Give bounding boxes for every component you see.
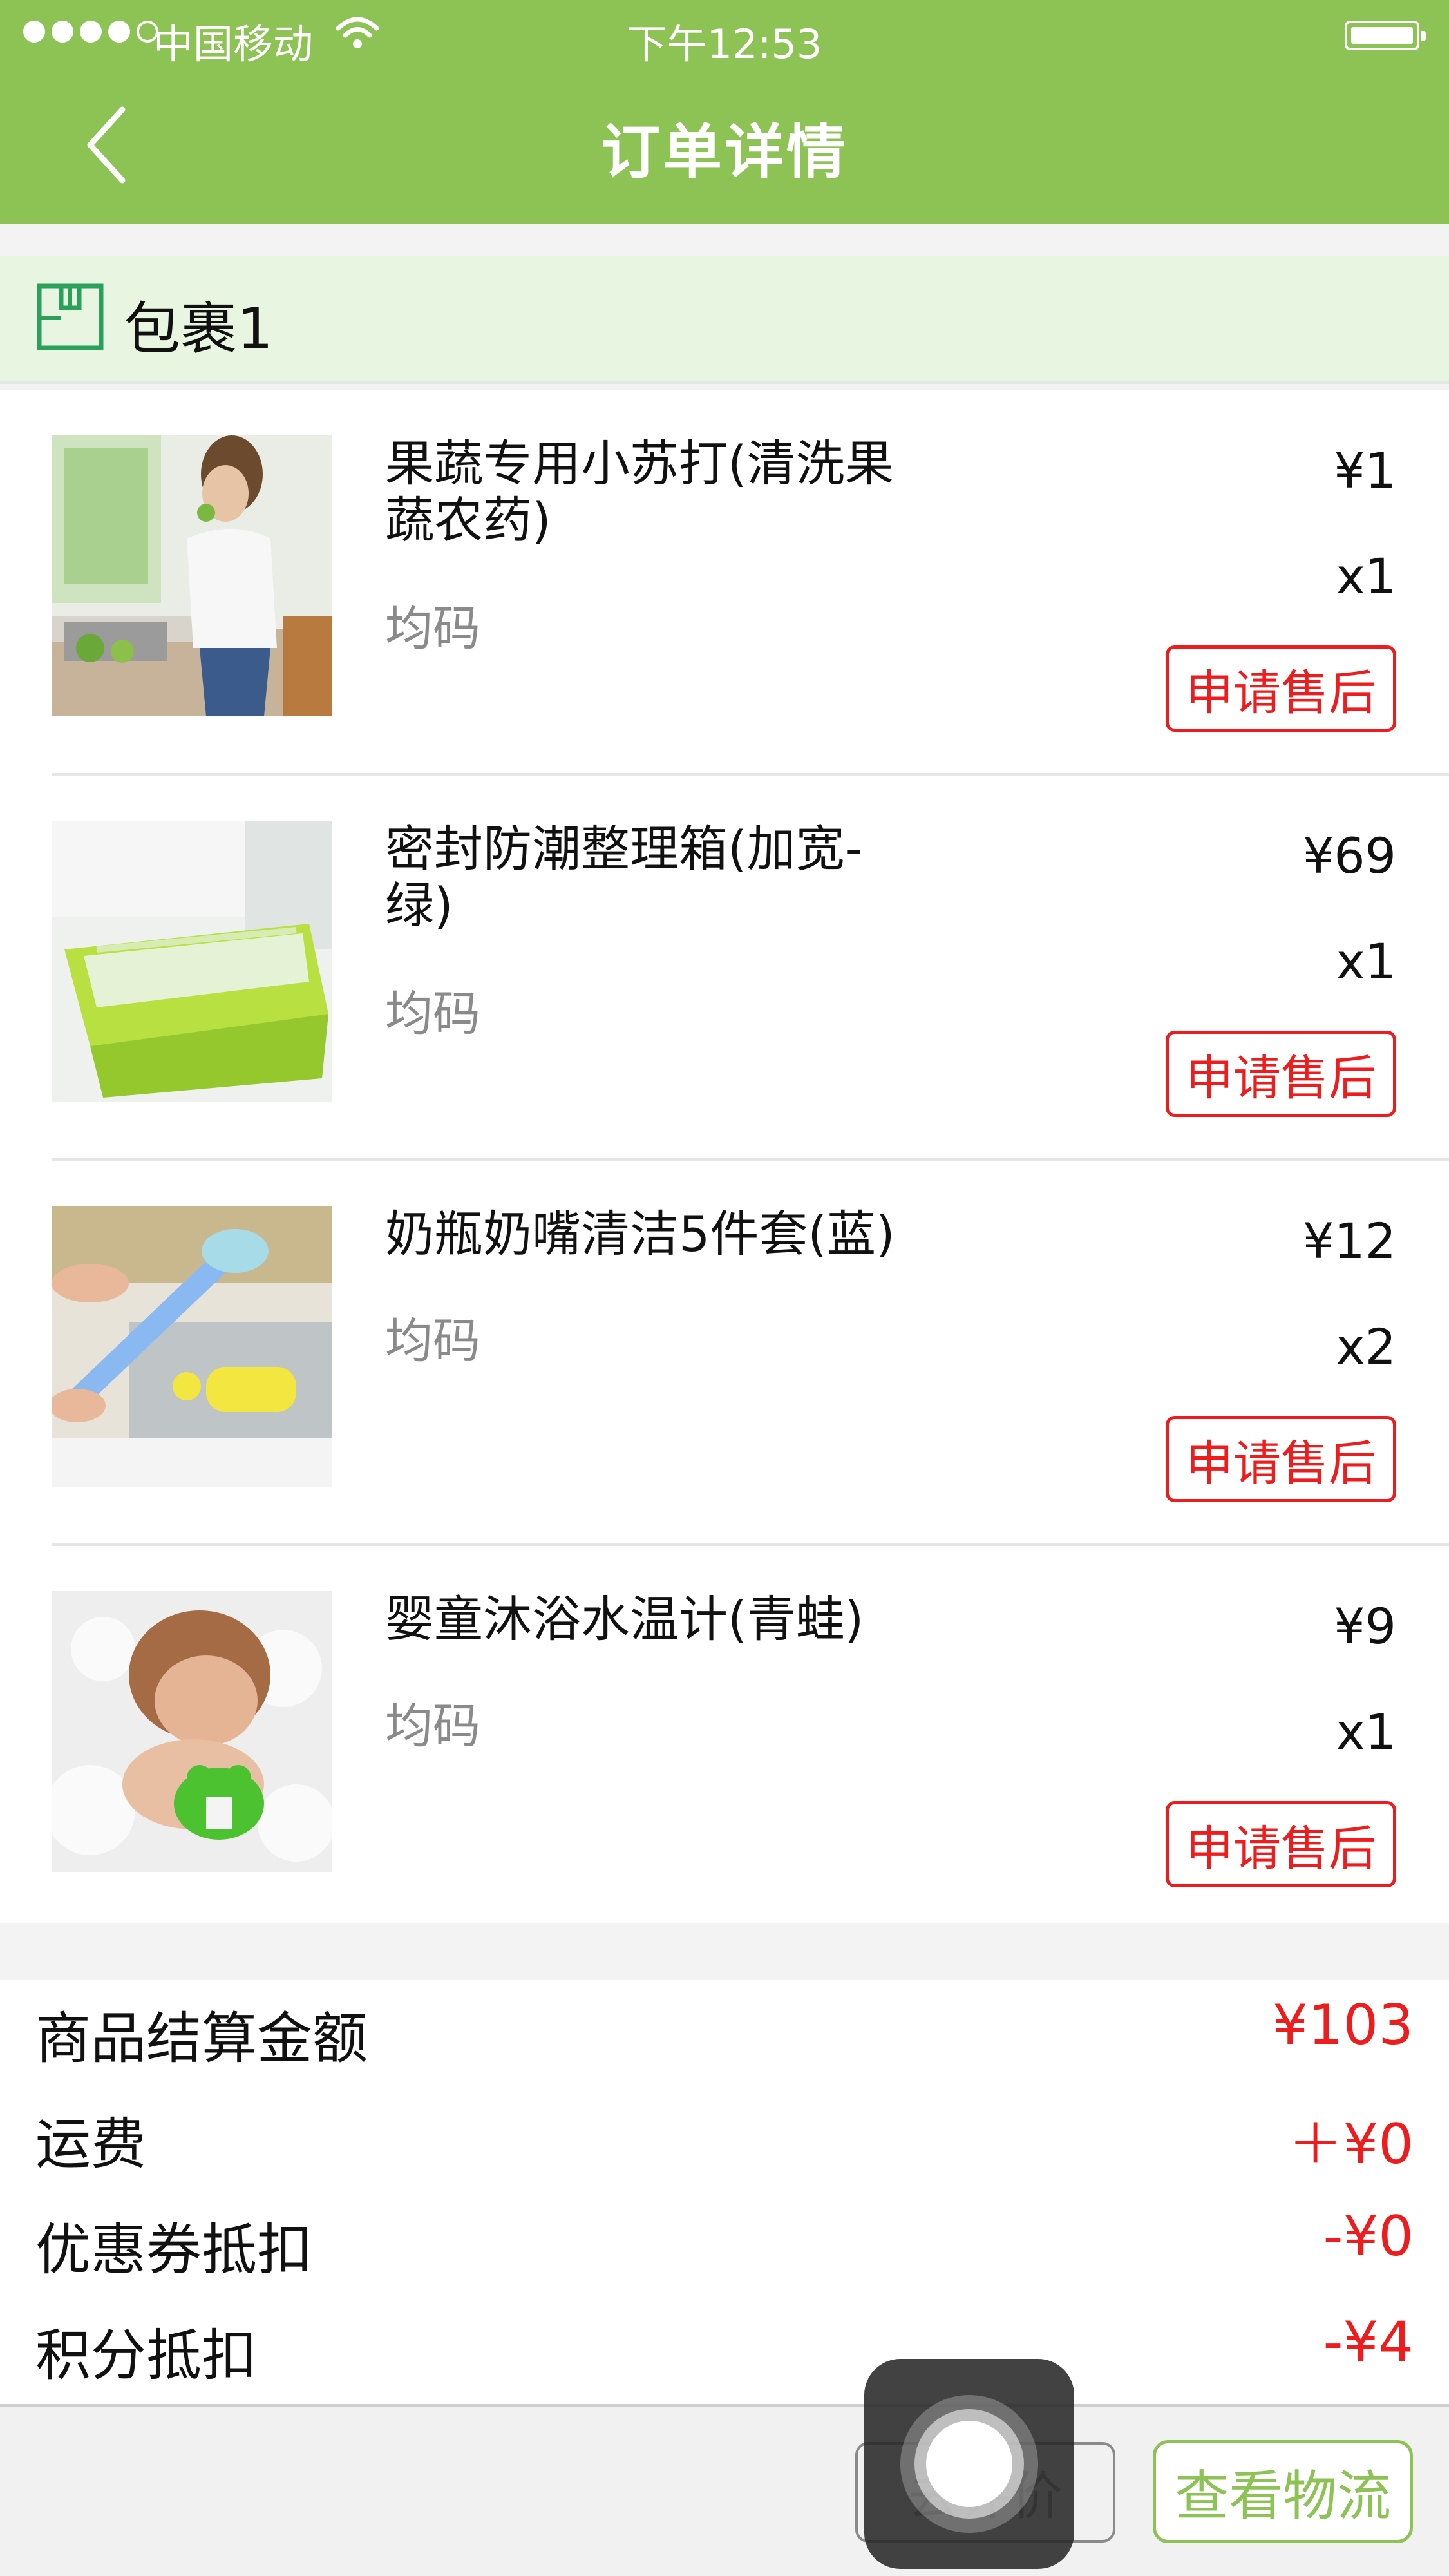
package-label: 包裹1 — [124, 296, 273, 362]
product-image[interactable] — [52, 1206, 332, 1487]
after-sale-button[interactable]: 申请售后 — [1166, 1801, 1396, 1887]
product-price: ¥12 — [1302, 1212, 1396, 1270]
product-name[interactable]: 密封防潮整理箱(加宽-绿) — [385, 821, 913, 934]
product-spec: 均码 — [385, 601, 480, 656]
product-image[interactable] — [52, 1591, 332, 1872]
list-item[interactable]: 果蔬专用小苏打(清洗果蔬农药) 均码 ¥1 x1 申请售后 — [0, 390, 1449, 776]
battery-icon — [1345, 21, 1426, 50]
after-sale-button[interactable]: 申请售后 — [1166, 1031, 1396, 1117]
summary-value: -¥4 — [1323, 2310, 1414, 2374]
product-name[interactable]: 奶瓶奶嘴清洁5件套(蓝) — [385, 1206, 913, 1263]
assistive-touch-button[interactable] — [864, 2359, 1074, 2569]
summary-value: ¥103 — [1273, 1993, 1414, 2057]
package-header: 包裹1 — [0, 256, 1449, 384]
top-bar: 中国移动 下午12:53 订单详情 — [0, 0, 1449, 224]
product-quantity: x1 — [1336, 933, 1396, 990]
product-spec: 均码 — [385, 1699, 480, 1754]
summary-row-coupon: 优惠券抵扣 -¥0 — [0, 2191, 1449, 2282]
summary-label: 运费 — [35, 2112, 146, 2177]
summary-value: -¥0 — [1323, 2204, 1414, 2269]
after-sale-button[interactable]: 申请售后 — [1166, 1416, 1396, 1502]
page-title: 订单详情 — [600, 118, 848, 187]
price-summary: 商品结算金额 ¥103 运费 ＋¥0 优惠券抵扣 -¥0 积分抵扣 -¥4 — [0, 1980, 1449, 2405]
product-name[interactable]: 果蔬专用小苏打(清洗果蔬农药) — [385, 435, 913, 549]
summary-label: 商品结算金额 — [35, 2007, 368, 2071]
list-item[interactable]: 婴童沐浴水温计(青蛙) 均码 ¥9 x1 申请售后 — [0, 1546, 1449, 1931]
product-spec: 均码 — [385, 1313, 480, 1369]
order-items-list: 果蔬专用小苏打(清洗果蔬农药) 均码 ¥1 x1 申请售后 密封防潮整理箱(加宽… — [0, 390, 1449, 1923]
product-price: ¥69 — [1302, 827, 1396, 884]
product-spec: 均码 — [385, 986, 480, 1042]
bottom-action-bar: 去评价 查看物流 — [0, 2404, 1449, 2576]
summary-row-shipping: 运费 ＋¥0 — [0, 2086, 1449, 2177]
product-price: ¥1 — [1334, 442, 1396, 499]
product-image[interactable] — [52, 821, 332, 1102]
summary-row-points: 积分抵扣 -¥4 — [0, 2297, 1449, 2388]
package-box-icon — [37, 283, 104, 350]
view-logistics-button[interactable]: 查看物流 — [1153, 2440, 1413, 2543]
product-quantity: x1 — [1336, 548, 1396, 605]
product-price: ¥9 — [1334, 1598, 1396, 1655]
product-quantity: x1 — [1336, 1703, 1396, 1760]
summary-label: 优惠券抵扣 — [35, 2218, 312, 2282]
product-image[interactable] — [52, 435, 332, 716]
status-time: 下午12:53 — [627, 21, 822, 68]
product-name[interactable]: 婴童沐浴水温计(青蛙) — [385, 1591, 913, 1648]
status-bar: 中国移动 下午12:53 — [0, 0, 1449, 72]
summary-label: 积分抵扣 — [35, 2323, 257, 2388]
list-item[interactable]: 奶瓶奶嘴清洁5件套(蓝) 均码 ¥12 x2 申请售后 — [0, 1161, 1449, 1546]
after-sale-button[interactable]: 申请售后 — [1166, 645, 1396, 732]
summary-row-goods-total: 商品结算金额 ¥103 — [0, 1980, 1449, 2071]
product-quantity: x2 — [1336, 1318, 1396, 1375]
list-item[interactable]: 密封防潮整理箱(加宽-绿) 均码 ¥69 x1 申请售后 — [0, 776, 1449, 1161]
summary-value: ＋¥0 — [1287, 2112, 1414, 2177]
